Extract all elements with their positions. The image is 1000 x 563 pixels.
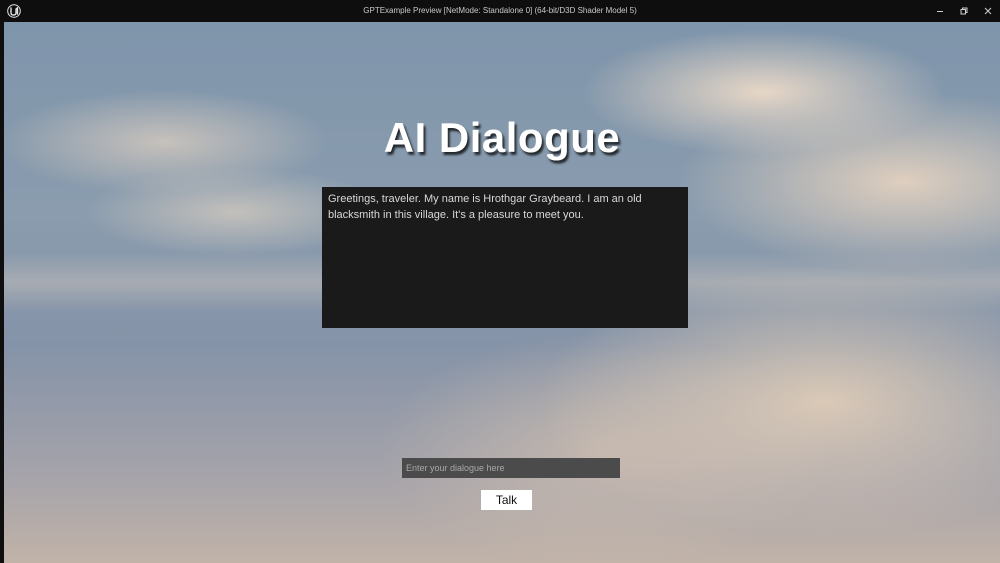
dialogue-heading: AI Dialogue bbox=[383, 114, 621, 161]
close-button[interactable] bbox=[976, 0, 1000, 22]
restore-icon bbox=[960, 7, 968, 15]
game-viewport: AI Dialogue Greetings, traveler. My name… bbox=[4, 22, 1000, 563]
dialogue-input[interactable] bbox=[402, 458, 620, 478]
talk-button[interactable]: Talk bbox=[481, 490, 532, 510]
restore-button[interactable] bbox=[952, 0, 976, 22]
window-title: GPTExample Preview [NetMode: Standalone … bbox=[363, 6, 637, 15]
npc-dialogue-text: Greetings, traveler. My name is Hrothgar… bbox=[328, 193, 642, 221]
dialogue-output-box: Greetings, traveler. My name is Hrothgar… bbox=[322, 187, 688, 328]
title-bar[interactable]: GPTExample Preview [NetMode: Standalone … bbox=[0, 0, 1000, 22]
close-icon bbox=[984, 7, 992, 15]
unreal-engine-icon bbox=[3, 0, 25, 22]
game-window: GPTExample Preview [NetMode: Standalone … bbox=[0, 0, 1000, 563]
minimize-icon bbox=[937, 11, 943, 12]
minimize-button[interactable] bbox=[928, 0, 952, 22]
window-controls bbox=[928, 0, 1000, 22]
